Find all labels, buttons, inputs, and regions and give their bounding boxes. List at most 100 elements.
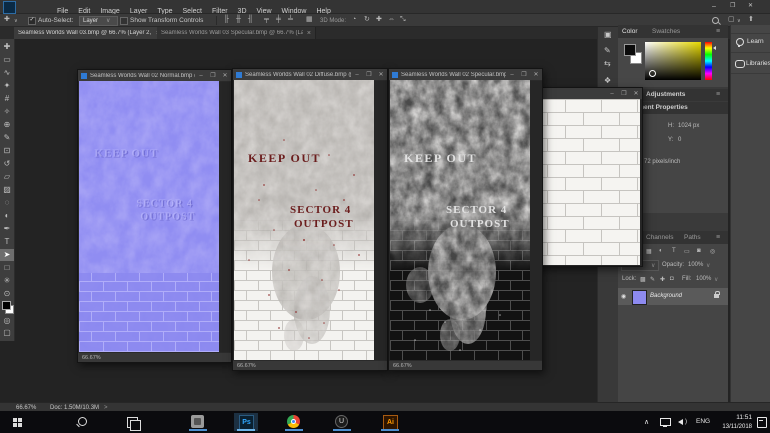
workspace-switcher-icon[interactable]: ▢ — [728, 16, 735, 23]
opacity-value[interactable]: 100% — [688, 262, 703, 268]
show-transform-checkbox[interactable] — [120, 17, 128, 25]
tab-color[interactable]: Color — [622, 28, 638, 35]
eyedropper-tool[interactable]: ✧ — [0, 106, 14, 118]
auto-select-checkbox[interactable]: ✓ — [28, 17, 36, 25]
foreground-color-swatch[interactable] — [2, 301, 11, 310]
app-minimize-button[interactable]: – — [712, 3, 716, 10]
pen-tool[interactable]: ✒ — [0, 223, 14, 235]
history-brush-tool[interactable]: ↺ — [0, 158, 14, 170]
hue-slider-marker[interactable] — [713, 46, 716, 50]
3d-slide-icon[interactable]: ⇔ — [388, 16, 395, 23]
close-button[interactable]: ✕ — [219, 72, 231, 79]
foreground-color-swatch[interactable] — [624, 44, 636, 56]
align-top-icon[interactable]: ╤ — [264, 16, 269, 23]
normal-map-canvas[interactable]: KEEP OUT KEEP OUT SECTOR 4 SECTOR 4 OUTP… — [79, 81, 219, 353]
tab-swatches[interactable]: Swatches — [652, 28, 680, 35]
network-icon[interactable] — [660, 418, 671, 426]
clone-stamp-tool[interactable]: ⊡ — [0, 145, 14, 157]
layer-visibility-eye-icon[interactable]: ◉ — [621, 293, 626, 300]
quick-selection-tool[interactable]: ✦ — [0, 80, 14, 92]
healing-brush-tool[interactable]: ⊕ — [0, 119, 14, 131]
tab-wall03-specular[interactable]: Seamless Worlds Wall 03 Specular.bmp @ 6… — [157, 27, 316, 39]
color-field[interactable] — [645, 42, 701, 80]
document-window-specular[interactable]: Seamless Worlds Wall 02 Specular.bmp @..… — [388, 68, 543, 371]
minimize-button[interactable]: – — [606, 91, 618, 97]
zoom-level[interactable]: 66.67% — [82, 355, 101, 361]
maximize-button[interactable]: ❐ — [207, 72, 219, 79]
minimize-button[interactable]: – — [351, 72, 363, 78]
blur-tool[interactable]: ◌ — [0, 197, 14, 209]
bricks-texture-canvas[interactable] — [529, 99, 640, 265]
hue-slider[interactable] — [705, 42, 712, 80]
notification-center-icon[interactable] — [757, 417, 767, 428]
maximize-button[interactable]: ❐ — [618, 90, 630, 97]
tab-close-icon[interactable]: × — [307, 30, 311, 37]
specular-map-canvas[interactable]: KEEP OUT SECTOR 4 OUTPOST — [390, 80, 530, 361]
filter-toggle-icon[interactable]: ◎ — [710, 248, 715, 255]
screen-mode-icon[interactable]: ▢ — [0, 327, 14, 339]
align-right-icon[interactable]: ╢ — [248, 16, 253, 23]
opacity-caret-icon[interactable]: ∨ — [706, 262, 710, 269]
3d-pan-icon[interactable]: ✚ — [376, 16, 382, 23]
panel-menu-icon[interactable]: ≡ — [716, 234, 720, 241]
align-center-h-icon[interactable]: ╫ — [236, 16, 241, 23]
history-panel-icon[interactable]: ▣ — [604, 31, 612, 39]
diffuse-map-canvas[interactable]: KEEP OUT SECTOR 4 OUTPOST — [234, 80, 374, 361]
minimize-button[interactable]: – — [195, 73, 207, 79]
hand-tool[interactable]: ✳ — [0, 275, 14, 287]
zoom-tool[interactable]: ⊙ — [0, 288, 14, 300]
tab-channels[interactable]: Channels — [646, 234, 673, 241]
brush-settings-panel-icon[interactable]: ✎ — [604, 47, 611, 55]
minimize-button[interactable]: – — [506, 72, 518, 78]
tab-wall03[interactable]: Seamless Worlds Wall 03.bmp @ 66.7% (Lay… — [14, 27, 165, 39]
document-window-diffuse[interactable]: Seamless Worlds Wall 02 Diffuse.bmp @ ..… — [232, 68, 388, 371]
chrome-app-icon[interactable] — [282, 413, 306, 431]
language-indicator[interactable]: ENG — [696, 418, 710, 426]
align-middle-icon[interactable]: ╪ — [276, 16, 281, 23]
learn-panel-button[interactable]: Learn — [731, 33, 770, 53]
filter-adjustment-layers-icon[interactable]: ◐ — [659, 248, 663, 254]
dodge-tool[interactable]: ◐ — [0, 210, 14, 222]
3d-scale-icon[interactable]: ⤡ — [400, 16, 406, 23]
filter-shape-layers-icon[interactable]: ▭ — [684, 248, 690, 255]
move-tool[interactable]: ✚ — [0, 41, 14, 53]
filter-pixel-layers-icon[interactable]: ▦ — [646, 248, 652, 255]
app-close-button[interactable]: ✕ — [748, 3, 753, 9]
zoom-level[interactable]: 66.67% — [237, 363, 256, 369]
close-button[interactable]: ✕ — [375, 71, 387, 78]
maximize-button[interactable]: ❐ — [363, 71, 375, 78]
type-tool[interactable]: T — [0, 236, 14, 248]
unknown-app-icon[interactable] — [186, 413, 210, 431]
app-restore-button[interactable]: ❐ — [730, 3, 735, 9]
brush-tool[interactable]: ✎ — [0, 132, 14, 144]
crop-tool[interactable]: # — [0, 93, 14, 105]
fill-caret-icon[interactable]: ∨ — [714, 276, 718, 283]
layer-name[interactable]: Background — [650, 293, 682, 299]
lock-transparency-icon[interactable]: ▩ — [640, 276, 646, 283]
layer-thumbnail[interactable] — [632, 290, 647, 305]
panel-menu-icon[interactable]: ≡ — [716, 91, 720, 98]
libraries-panel-button[interactable]: Libraries — [731, 55, 770, 74]
maximize-button[interactable]: ❐ — [518, 71, 530, 78]
align-left-icon[interactable]: ╟ — [224, 16, 229, 23]
clone-source-panel-icon[interactable]: ⇆ — [604, 60, 611, 68]
info-panel-icon[interactable]: ❖ — [604, 77, 611, 85]
share-icon[interactable]: ⬆ — [748, 16, 754, 23]
taskbar-search-icon[interactable] — [70, 413, 94, 431]
task-view-icon[interactable] — [120, 413, 144, 431]
document-window-bricks[interactable]: – ❐ ✕ — [528, 87, 643, 267]
marquee-tool[interactable]: ▭ — [0, 54, 14, 66]
gradient-tool[interactable]: ▨ — [0, 184, 14, 196]
quick-mask-icon[interactable]: ◎ — [0, 315, 14, 327]
lock-paint-icon[interactable]: ✎ — [650, 276, 655, 283]
lock-all-icon[interactable]: ◘ — [670, 276, 674, 282]
filter-smart-objects-icon[interactable]: ◙ — [697, 248, 701, 254]
distribute-icon[interactable]: ▦ — [306, 16, 313, 23]
tray-chevron-icon[interactable]: ∧ — [644, 419, 649, 426]
lock-position-icon[interactable]: ✚ — [660, 276, 665, 283]
close-button[interactable]: ✕ — [630, 90, 642, 97]
unreal-app-icon[interactable]: U — [330, 413, 354, 431]
clock[interactable]: 11:51 13/11/2018 — [716, 414, 752, 429]
illustrator-app-icon[interactable]: Ai — [378, 413, 402, 431]
zoom-level[interactable]: 66.67% — [393, 363, 412, 369]
